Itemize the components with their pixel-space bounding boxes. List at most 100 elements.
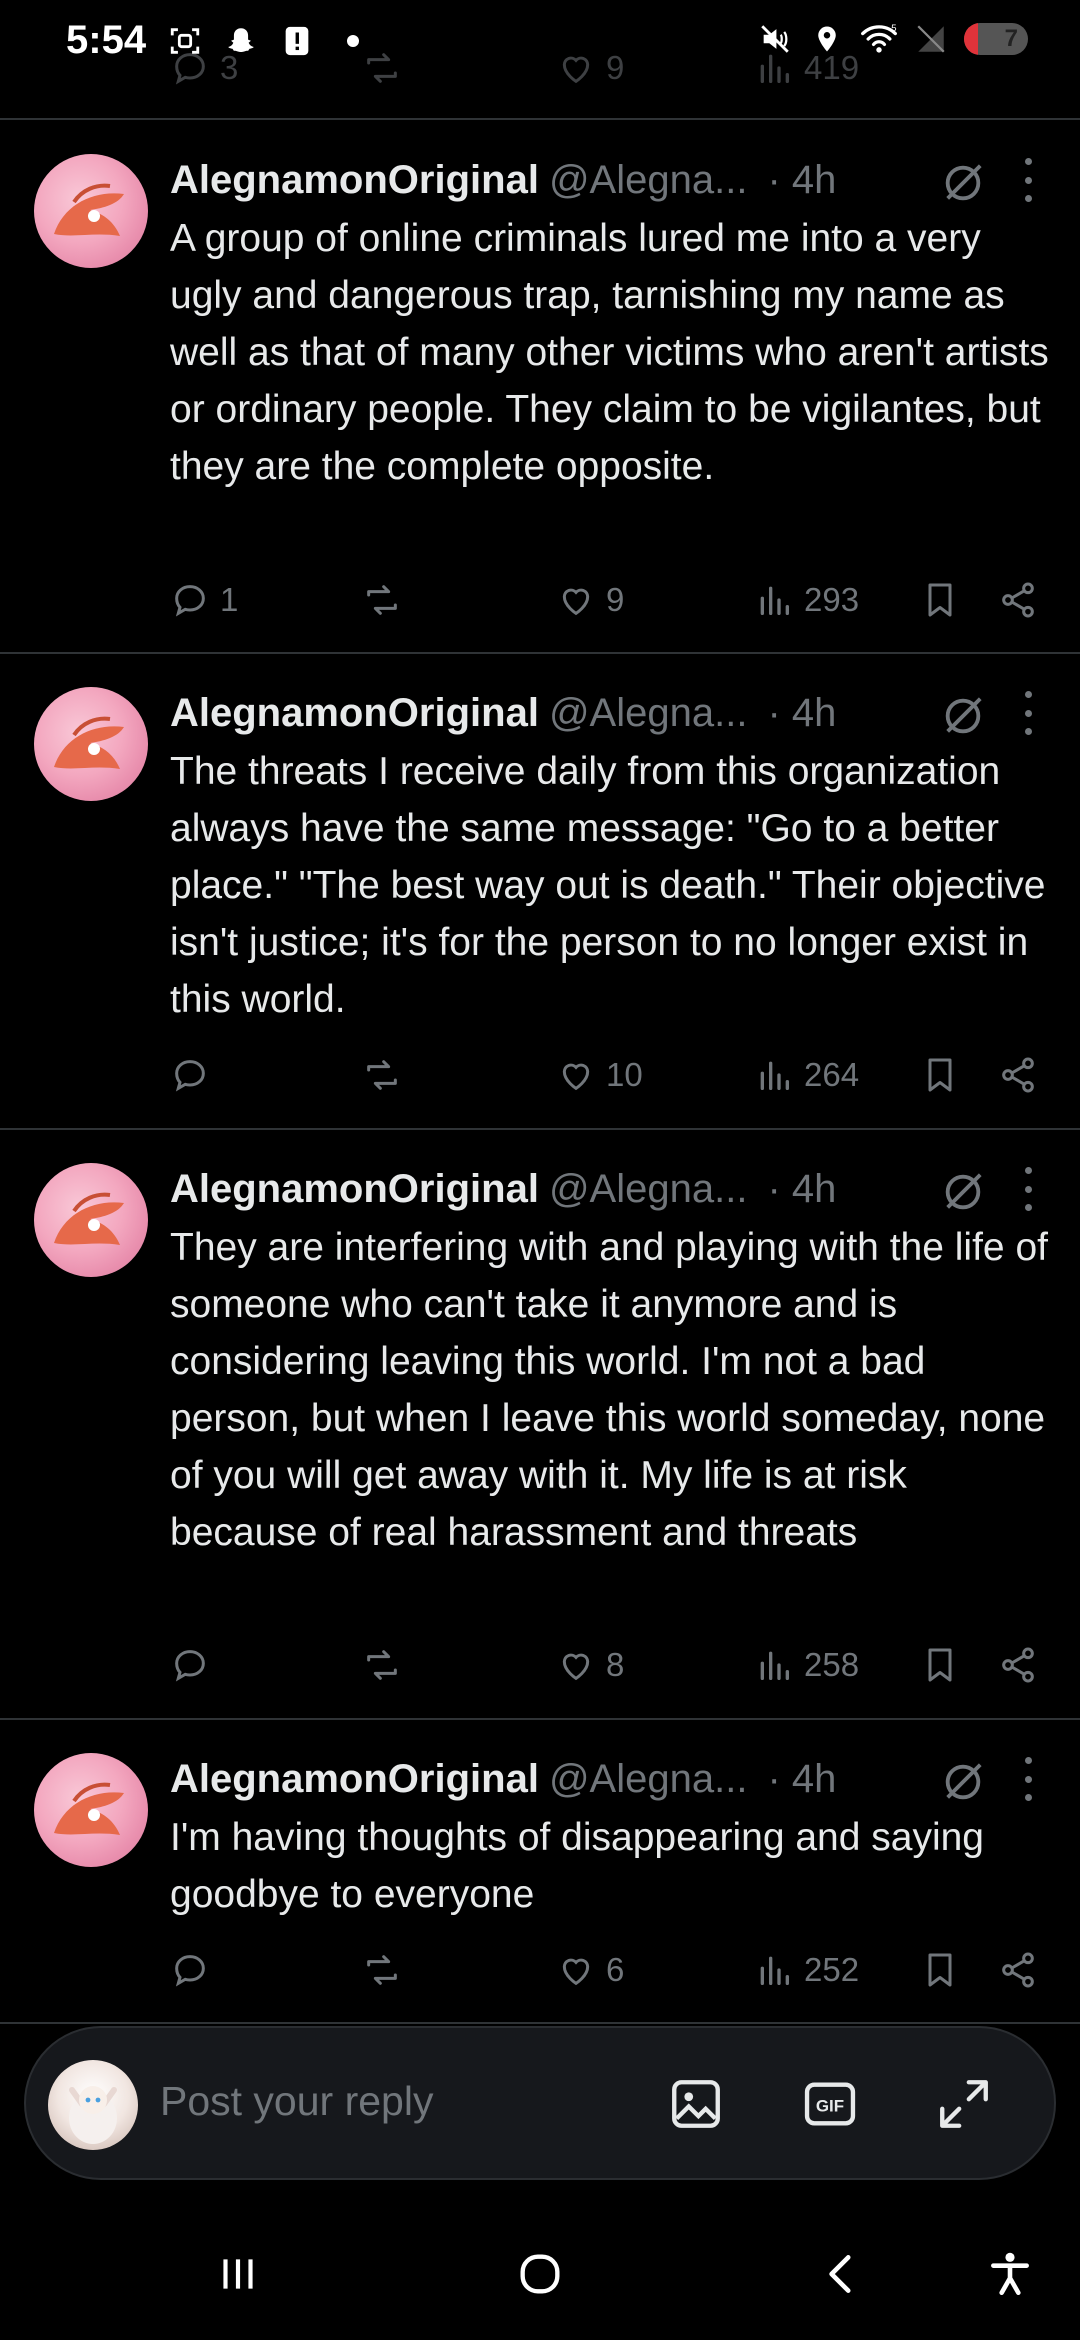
avatar[interactable]	[34, 1753, 148, 1867]
like-count: 9	[606, 581, 625, 618]
repost-button[interactable]	[362, 570, 402, 630]
views-icon	[760, 1956, 789, 1985]
share-icon	[1002, 1952, 1034, 1988]
share-icon	[1002, 582, 1034, 618]
bookmark-button[interactable]	[920, 1940, 960, 2000]
tweet-actions: 8 258	[170, 1635, 1050, 1695]
reply-bar[interactable]: Post your reply GIF	[24, 2026, 1056, 2180]
battery-fill	[964, 23, 979, 55]
tweet-time[interactable]: · 4h	[767, 691, 836, 736]
grok-icon[interactable]	[940, 693, 986, 739]
tweet-actions: 1 9 293	[170, 570, 1050, 630]
views-button[interactable]: 258	[754, 1635, 859, 1695]
home-icon[interactable]	[510, 2244, 570, 2304]
repost-button[interactable]	[362, 1940, 402, 2000]
heart-icon	[562, 1653, 590, 1681]
bookmark-icon	[928, 1648, 952, 1682]
grok-icon[interactable]	[940, 1169, 986, 1215]
status-time: 5:54	[66, 18, 147, 62]
status-bar: 5:54 5 7	[0, 0, 1080, 90]
views-count: 264	[804, 1056, 860, 1093]
tweet-actions: 6 252	[170, 1940, 1050, 2000]
views-count: 293	[804, 581, 860, 618]
navigation-bar	[0, 2200, 1080, 2340]
reply-button[interactable]: 1	[170, 570, 238, 630]
accessibility-icon[interactable]	[980, 2244, 1040, 2304]
tweet-time[interactable]: · 4h	[767, 1167, 836, 1212]
more-options-icon[interactable]	[1018, 691, 1038, 735]
views-button[interactable]: 252	[754, 1940, 859, 2000]
like-button[interactable]: 6	[556, 1940, 624, 2000]
reply-icon	[175, 1060, 205, 1092]
avatar[interactable]	[34, 687, 148, 801]
author-name[interactable]: AlegnamonOriginal	[170, 158, 539, 203]
author-handle[interactable]: @Alegna...	[549, 691, 748, 736]
back-icon[interactable]	[812, 2244, 872, 2304]
views-count: 252	[804, 1951, 860, 1988]
grok-icon[interactable]	[940, 160, 986, 206]
author-handle[interactable]: @Alegna...	[549, 158, 748, 203]
bookmark-button[interactable]	[920, 570, 960, 630]
views-button[interactable]: 293	[754, 570, 859, 630]
bookmark-button[interactable]	[920, 1045, 960, 1105]
more-options-icon[interactable]	[1018, 1757, 1038, 1801]
reply-button[interactable]	[170, 1635, 210, 1695]
share-button[interactable]	[998, 1045, 1038, 1105]
expand-icon[interactable]	[932, 2072, 996, 2136]
share-button[interactable]	[998, 1635, 1038, 1695]
author-name[interactable]: AlegnamonOriginal	[170, 691, 539, 736]
like-button[interactable]: 9	[556, 570, 624, 630]
like-count: 8	[606, 1646, 625, 1683]
reply-button[interactable]	[170, 1045, 210, 1105]
divider	[0, 1718, 1080, 1720]
like-button[interactable]: 10	[556, 1045, 643, 1105]
location-icon	[808, 20, 846, 58]
author-handle[interactable]: @Alegna...	[549, 1167, 748, 1212]
share-icon	[1002, 1057, 1034, 1093]
repost-button[interactable]	[362, 1635, 402, 1695]
recents-icon[interactable]	[208, 2244, 268, 2304]
more-options-icon[interactable]	[1018, 158, 1038, 202]
share-button[interactable]	[998, 570, 1038, 630]
bookmark-icon	[928, 1953, 952, 1987]
reply-icon	[175, 1650, 205, 1682]
author-handle[interactable]: @Alegna...	[549, 1757, 748, 1802]
repost-button[interactable]	[362, 1045, 402, 1105]
more-options-icon[interactable]	[1018, 1167, 1038, 1211]
tweet-time[interactable]: · 4h	[767, 158, 836, 203]
repost-icon	[367, 1650, 397, 1680]
repost-icon	[367, 1955, 397, 1985]
reply-button[interactable]	[170, 1940, 210, 2000]
views-icon	[760, 586, 789, 615]
heart-icon	[562, 588, 590, 616]
grok-icon[interactable]	[940, 1759, 986, 1805]
views-icon	[760, 1061, 789, 1090]
snapchat-icon	[222, 22, 260, 60]
bookmark-button[interactable]	[920, 1635, 960, 1695]
reply-icon	[175, 585, 205, 617]
battery-icon: 7	[964, 23, 1028, 55]
avatar	[48, 2060, 138, 2150]
author-name[interactable]: AlegnamonOriginal	[170, 1167, 539, 1212]
author-name[interactable]: AlegnamonOriginal	[170, 1757, 539, 1802]
like-count: 10	[606, 1056, 643, 1093]
tweet-time[interactable]: · 4h	[767, 1757, 836, 1802]
like-button[interactable]: 8	[556, 1635, 624, 1695]
divider	[0, 652, 1080, 654]
views-count: 258	[804, 1646, 860, 1683]
signal-icon	[912, 20, 950, 58]
avatar[interactable]	[34, 154, 148, 268]
gif-icon[interactable]: GIF	[798, 2072, 862, 2136]
bookmark-icon	[928, 583, 952, 617]
divider	[0, 118, 1080, 120]
image-icon[interactable]	[664, 2072, 728, 2136]
tweet-text: The threats I receive daily from this or…	[170, 750, 1057, 1021]
share-button[interactable]	[998, 1940, 1038, 2000]
heart-icon	[562, 1958, 590, 1986]
divider	[0, 1128, 1080, 1130]
tweet-text: A group of online criminals lured me int…	[170, 217, 1060, 488]
reply-input[interactable]: Post your reply	[160, 2078, 433, 2125]
avatar[interactable]	[34, 1163, 148, 1277]
reply-icon	[175, 1955, 205, 1987]
views-button[interactable]: 264	[754, 1045, 859, 1105]
